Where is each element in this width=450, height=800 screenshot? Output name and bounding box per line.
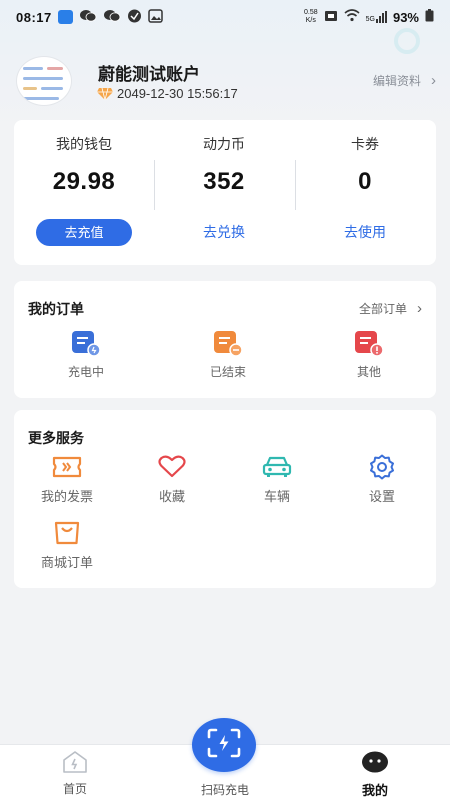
cellular-signal-icon: 5G [366,11,387,23]
service-invoice[interactable]: 我的发票 [27,454,107,505]
username: 蔚能测试账户 [98,65,200,84]
all-orders-link[interactable]: 全部订单 › [359,300,422,317]
scan-charge-button[interactable] [192,718,256,772]
gear-icon [367,454,397,480]
service-vehicles[interactable]: 车辆 [237,454,317,505]
wechat-icon-2 [103,9,121,26]
tab-scan-label[interactable]: 扫码充电 [180,777,270,798]
orders-title: 我的订单 [28,301,84,317]
nfc-icon [324,9,338,26]
gallery-icon [148,8,163,26]
other-order-icon [354,329,384,357]
wallet-card: 我的钱包 29.98 去充值 动力币 352 去兑换 卡券 0 去使用 [14,120,436,265]
services-title: 更多服务 [28,430,84,446]
chevron-right-icon: › [417,300,422,317]
charging-order-icon [71,329,101,357]
vip-info: 2049-12-30 15:56:17 [96,86,238,101]
coupons-value: 0 [358,168,372,195]
app-icon [127,9,142,26]
avatar[interactable] [16,56,72,106]
home-icon [30,751,120,776]
exchange-button[interactable]: 去兑换 [154,219,294,246]
battery-level: 93% [392,9,419,25]
tab-me[interactable]: 我的 [330,751,420,799]
service-settings[interactable]: 设置 [342,454,422,505]
net-speed: 0.58 K/s [304,9,318,24]
power-coins[interactable]: 动力币 352 去兑换 [154,120,294,246]
heart-icon [157,454,187,480]
recharge-button[interactable]: 去充值 [36,219,132,246]
status-bar: 08:17 0.58 K/s 5G 93% [0,0,450,34]
order-charging[interactable]: 充电中 [46,329,126,380]
invoice-icon [52,454,82,480]
edit-profile-link[interactable]: 编辑资料 › [373,72,436,89]
service-mall-orders[interactable]: 商城订单 [27,520,107,571]
app-notification-icon [57,10,73,24]
tab-home[interactable]: 首页 [30,751,120,797]
orders-card: 我的订单 全部订单 › 充电中 已结束 其他 [14,281,436,398]
diamond-icon [96,87,114,101]
decorative-ring [394,28,420,54]
services-card: 更多服务 我的发票 收藏 车辆 设置 商城订单 [14,410,436,588]
wechat-icon [79,9,97,26]
coupons[interactable]: 卡券 0 去使用 [295,120,435,246]
order-finished[interactable]: 已结束 [188,329,268,380]
car-icon [262,454,292,480]
power-coins-value: 352 [203,168,245,195]
me-icon [330,751,420,776]
use-coupon-button[interactable]: 去使用 [295,219,435,246]
wifi-icon [344,9,360,25]
service-favorites[interactable]: 收藏 [132,454,212,505]
wallet-balance-value: 29.98 [52,168,116,195]
battery-icon [425,9,434,25]
wallet-balance[interactable]: 我的钱包 29.98 去充值 [14,120,154,246]
scan-icon [207,728,241,763]
status-time: 08:17 [16,9,52,25]
finished-order-icon [213,329,243,357]
chevron-right-icon: › [431,72,436,89]
order-other[interactable]: 其他 [329,329,409,380]
profile-header: 蔚能测试账户 2049-12-30 15:56:17 编辑资料 › [16,56,436,106]
vip-expiry: 2049-12-30 15:56:17 [117,86,238,101]
shopping-bag-icon [52,520,82,546]
